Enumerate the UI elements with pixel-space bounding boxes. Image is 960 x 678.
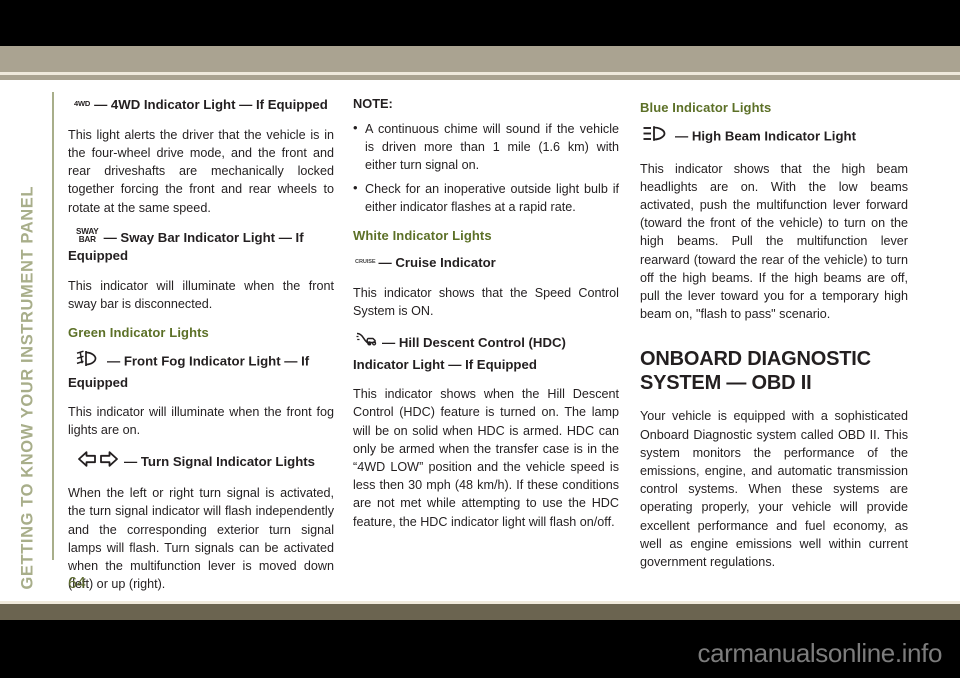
heading-hill-descent-control-indicator: — Hill Descent Control (HDC) Indicator L… <box>353 332 619 374</box>
heading-sway-bar-indicator-text: — Sway Bar Indicator Light — If Equipped <box>68 229 304 264</box>
paragraph-high-beam-indicator: This indicator shows that the high beam … <box>640 161 908 322</box>
heading-turn-signal-indicator: — Turn Signal Indicator Lights <box>68 450 334 474</box>
chapter-running-head-label: GETTING TO KNOW YOUR INSTRUMENT PANEL <box>18 185 37 590</box>
note-label: NOTE: <box>353 96 393 111</box>
heading-hill-descent-control-indicator-text: — Hill Descent Control (HDC) Indicator L… <box>353 335 566 372</box>
page-number: 64 <box>68 575 86 592</box>
paragraph-front-fog-indicator: This indicator will illuminate when the … <box>68 405 334 438</box>
heading-4wd-indicator: 4WD — 4WD Indicator Light — If Equipped <box>68 96 334 115</box>
sway-bar-icon: SWAY BAR <box>76 227 99 245</box>
heading-high-beam-indicator: — High Beam Indicator Light <box>640 126 908 149</box>
heading-turn-signal-indicator-text: — Turn Signal Indicator Lights <box>124 453 315 469</box>
paragraph-hill-descent-control-indicator: This indicator shows when the Hill Desce… <box>353 387 619 529</box>
four-wheel-drive-icon: 4WD <box>74 99 91 109</box>
heading-onboard-diagnostic-system: ONBOARD DIAGNOSTIC SYSTEM — OBD II <box>640 347 908 395</box>
paragraph-onboard-diagnostic-system: Your vehicle is equipped with a sophisti… <box>640 409 908 569</box>
bottom-color-band <box>0 604 960 620</box>
heading-front-fog-indicator-text: — Front Fog Indicator Light — If Equippe… <box>68 353 310 390</box>
column-middle: NOTE: A continuous chime will sound if t… <box>353 96 619 531</box>
sway-bar-icon-line2: BAR <box>78 235 96 245</box>
heading-sway-bar-indicator: SWAY BAR — Sway Bar Indicator Light — If E… <box>68 227 334 266</box>
heading-onboard-diagnostic-line2: SYSTEM — OBD II <box>640 372 812 395</box>
cruise-icon: CRUISE <box>355 259 376 266</box>
high-beam-icon <box>642 125 670 148</box>
heading-cruise-indicator: CRUISE — Cruise Indicator <box>353 254 619 273</box>
column-left: 4WD — 4WD Indicator Light — If Equipped T… <box>68 96 334 593</box>
paragraph-sway-bar-indicator: This indicator will illuminate when the … <box>68 278 334 311</box>
hill-descent-control-icon <box>355 330 377 354</box>
chapter-rule <box>52 92 54 560</box>
site-watermark: carmanualsonline.info <box>697 638 942 668</box>
top-color-band-lower <box>0 75 960 80</box>
paragraph-cruise-indicator: This indicator shows that the Speed Cont… <box>353 285 619 318</box>
section-heading-blue-indicator-lights: Blue Indicator Lights <box>640 100 772 115</box>
heading-onboard-diagnostic-line1: ONBOARD DIAGNOSTIC <box>640 348 871 371</box>
note-bullet-item: A continuous chime will sound if the veh… <box>353 119 619 175</box>
paragraph-4wd-indicator: This light alerts the driver that the ve… <box>68 127 334 215</box>
section-heading-white-indicator-lights: White Indicator Lights <box>353 228 492 244</box>
heading-cruise-indicator-text: — Cruise Indicator <box>378 255 496 271</box>
section-heading-green-indicator-lights: Green Indicator Lights <box>68 325 209 341</box>
top-color-band <box>0 46 960 72</box>
front-fog-lamp-icon <box>76 350 102 373</box>
paragraph-turn-signal-indicator: When the left or right turn signal is ac… <box>68 486 334 592</box>
note-bullet-list: A continuous chime will sound if the veh… <box>353 119 619 216</box>
column-right: Blue Indicator Lights — High Beam Indica… <box>640 96 908 571</box>
turn-signal-arrows-icon <box>78 450 118 473</box>
heading-high-beam-indicator-text: — High Beam Indicator Light <box>675 128 856 144</box>
note-bullet-item: Check for an inoperative outside light b… <box>353 179 619 216</box>
heading-front-fog-indicator: — Front Fog Indicator Light — If Equippe… <box>68 350 334 392</box>
heading-4wd-indicator-text: — 4WD Indicator Light — If Equipped <box>94 97 328 112</box>
